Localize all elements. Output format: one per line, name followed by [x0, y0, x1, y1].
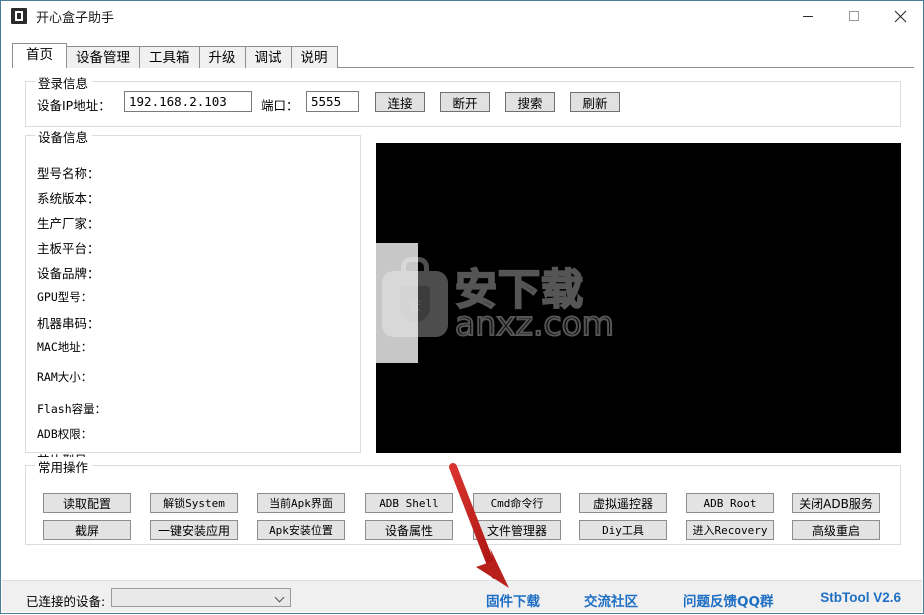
watermark-fade — [376, 243, 418, 363]
watermark-en-text: anxz.com — [454, 303, 615, 343]
device-field-flash: Flash容量： — [37, 402, 107, 416]
title-bar: 开心盒子助手 — [1, 1, 923, 31]
device-properties-button[interactable]: 设备属性 — [365, 520, 453, 540]
enter-recovery-button[interactable]: 进入Recovery — [686, 520, 774, 540]
common-operations-title: 常用操作 — [35, 457, 93, 476]
screenshot-button[interactable]: 截屏 — [43, 520, 131, 540]
firmware-download-link[interactable]: 固件下载 — [486, 590, 540, 610]
window-title: 开心盒子助手 — [36, 10, 115, 26]
community-link[interactable]: 交流社区 — [584, 590, 638, 610]
chevron-down-icon — [276, 593, 285, 602]
unlock-system-button[interactable]: 解锁System — [150, 493, 238, 513]
port-input[interactable]: 5555 — [306, 91, 359, 112]
device-field-serial: 机器串码： — [37, 316, 100, 331]
tab-upgrade[interactable]: 升级 — [198, 46, 246, 68]
device-field-mac: MAC地址： — [37, 340, 93, 354]
cmd-console-button[interactable]: Cmd命令行 — [473, 493, 561, 513]
port-label: 端口： — [261, 98, 299, 113]
tab-help[interactable]: 说明 — [290, 46, 338, 68]
refresh-button[interactable]: 刷新 — [570, 92, 620, 112]
tab-debug[interactable]: 调试 — [244, 46, 292, 68]
device-field-adb-permission: ADB权限： — [37, 427, 93, 441]
maximize-icon[interactable] — [831, 1, 877, 31]
device-field-model-name: 型号名称： — [37, 166, 100, 181]
search-button[interactable]: 搜索 — [505, 92, 555, 112]
connect-button[interactable]: 连接 — [375, 92, 425, 112]
stop-adb-service-button[interactable]: 关闭ADB服务 — [792, 493, 880, 513]
apk-install-path-button[interactable]: Apk安装位置 — [257, 520, 345, 540]
tab-home[interactable]: 首页 — [12, 43, 67, 68]
ip-address-label: 设备IP地址： — [37, 98, 111, 113]
disconnect-button[interactable]: 断开 — [440, 92, 490, 112]
adb-shell-button[interactable]: ADB Shell — [365, 493, 453, 513]
device-field-gpu: GPU型号： — [37, 290, 93, 304]
screen-preview[interactable]: 安 安下载 anxz.com — [376, 143, 901, 453]
adb-root-button[interactable]: ADB Root — [686, 493, 774, 513]
app-icon — [11, 8, 27, 24]
diy-tool-button[interactable]: Diy工具 — [579, 520, 667, 540]
minimize-icon[interactable] — [785, 1, 831, 31]
device-field-ram: RAM大小： — [37, 370, 93, 384]
one-click-install-button[interactable]: 一键安装应用 — [150, 520, 238, 540]
current-apk-ui-button[interactable]: 当前Apk界面 — [257, 493, 345, 513]
login-info-title: 登录信息 — [35, 73, 93, 92]
read-config-button[interactable]: 读取配置 — [43, 493, 131, 513]
window-controls — [785, 1, 923, 31]
close-icon[interactable] — [877, 1, 923, 31]
device-info-title: 设备信息 — [35, 127, 93, 146]
app-window: 开心盒子助手 首页 设备管理 工具箱 升级 调试 说明 登录信息 设备IP地址：… — [0, 0, 924, 614]
advanced-reboot-button[interactable]: 高级重启 — [792, 520, 880, 540]
connected-device-label: 已连接的设备: — [26, 594, 106, 609]
connected-device-select[interactable] — [111, 588, 291, 607]
tab-device-management[interactable]: 设备管理 — [66, 46, 140, 68]
virtual-remote-button[interactable]: 虚拟遥控器 — [579, 493, 667, 513]
tab-strip: 首页 设备管理 工具箱 升级 调试 说明 — [12, 43, 914, 68]
device-field-brand: 设备品牌： — [37, 266, 100, 281]
version-label: StbTool V2.6 — [820, 590, 901, 605]
tab-toolbox[interactable]: 工具箱 — [139, 46, 200, 68]
device-field-system-version: 系统版本： — [37, 191, 100, 206]
ip-address-input[interactable]: 192.168.2.103 — [124, 91, 252, 112]
file-manager-button[interactable]: 文件管理器 — [473, 520, 561, 540]
feedback-qq-link[interactable]: 问题反馈QQ群 — [683, 590, 773, 610]
device-field-platform: 主板平台： — [37, 241, 100, 256]
tab-list: 首页 设备管理 工具箱 升级 调试 说明 — [12, 43, 338, 68]
device-field-manufacturer: 生产厂家： — [37, 216, 100, 231]
watermark-text: 安下载 anxz.com — [454, 267, 615, 343]
